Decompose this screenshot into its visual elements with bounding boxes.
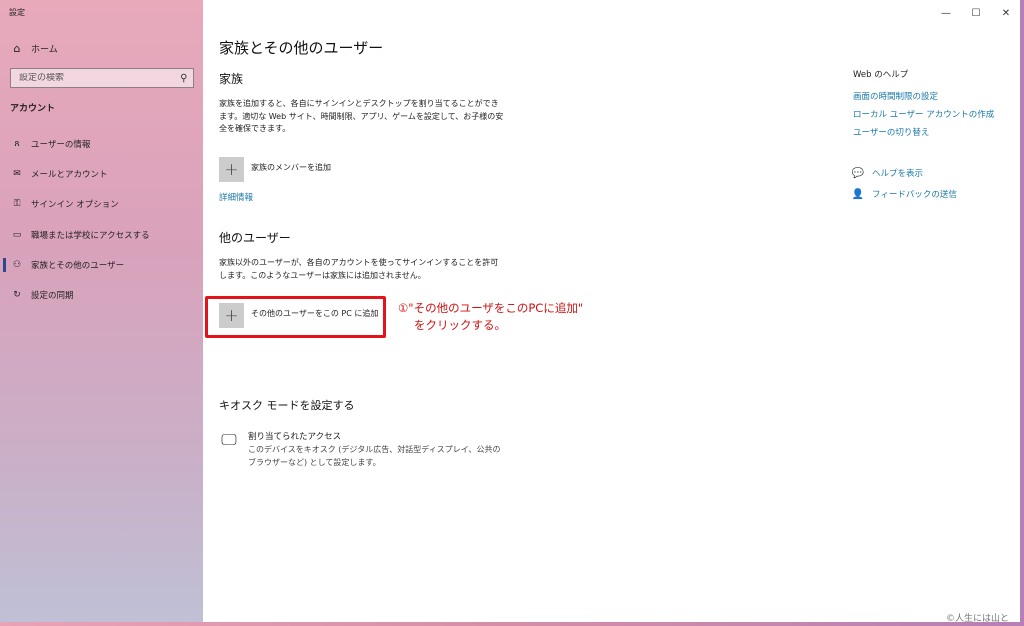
- annotation-text: ①"その他のユーザをこのPCに追加" をクリックする。: [398, 300, 583, 334]
- kiosk-icon: 🖵: [221, 430, 237, 449]
- help-link-screen-time[interactable]: 画面の時間制限の設定: [853, 90, 938, 102]
- family-description: 家族を追加すると、各自にサインインとデスクトップを割り当てることができます。適切…: [219, 99, 504, 133]
- get-help-label: ヘルプを表示: [872, 169, 924, 179]
- sidebar-item-signin[interactable]: ⚿ サインイン オプション: [0, 193, 203, 215]
- help-link-switch-user[interactable]: ユーザーの切り替え: [853, 126, 929, 138]
- sidebar-item-email[interactable]: ✉ メールとアカウント: [0, 163, 203, 185]
- add-family-label: 家族のメンバーを追加: [251, 163, 331, 172]
- home-label: ホーム: [31, 44, 58, 55]
- plus-icon: +: [219, 157, 244, 182]
- kiosk-title: 割り当てられたアクセス: [248, 432, 342, 442]
- settings-window: 設定 ⌂ ホーム ⚲ アカウント ጸ ユーザーの情報 ✉ メールとアカウント ⚿…: [0, 0, 1020, 622]
- web-help-title: Web のヘルプ: [853, 70, 909, 80]
- maximize-button[interactable]: ☐: [961, 4, 991, 22]
- family-heading: 家族: [219, 72, 244, 86]
- sidebar-item-label: 職場または学校にアクセスする: [31, 231, 150, 241]
- add-family-member-button[interactable]: + 家族のメンバーを追加: [219, 157, 331, 187]
- app-title: 設定: [9, 8, 25, 17]
- sync-icon: ↻: [13, 290, 21, 300]
- feedback-icon: 👤: [851, 188, 865, 200]
- person-icon: ⚇: [12, 260, 22, 270]
- annotation-line-2: をクリックする。: [414, 318, 506, 332]
- annotation-highlight-box: [205, 296, 386, 338]
- mail-icon: ✉: [13, 169, 21, 179]
- kiosk-description: このデバイスをキオスク (デジタル広告、対話型ディスプレイ、公共のブラウザーなど…: [248, 445, 501, 467]
- search-input[interactable]: [19, 73, 169, 83]
- watermark: ©人生には山と: [946, 614, 1010, 624]
- settings-search[interactable]: ⚲: [10, 68, 194, 88]
- get-help-link[interactable]: 💬 ヘルプを表示: [851, 167, 924, 180]
- more-info-link[interactable]: 詳細情報: [219, 191, 253, 203]
- section-label: アカウント: [10, 104, 56, 114]
- sidebar-item-label: 家族とその他のユーザー: [31, 261, 125, 271]
- sidebar-item-family[interactable]: ⚇ 家族とその他のユーザー: [0, 254, 203, 276]
- sidebar-item-label: サインイン オプション: [31, 200, 119, 210]
- sidebar-item-your-info[interactable]: ጸ ユーザーの情報: [0, 133, 203, 155]
- sidebar-item-label: メールとアカウント: [31, 170, 108, 180]
- assigned-access-item[interactable]: 🖵 割り当てられたアクセス このデバイスをキオスク (デジタル広告、対話型ディス…: [220, 430, 508, 469]
- user-card-icon: ጸ: [14, 139, 20, 149]
- sidebar-item-work[interactable]: ▭ 職場または学校にアクセスする: [0, 224, 203, 246]
- feedback-label: フィードバックの送信: [872, 190, 957, 200]
- sidebar: 設定 ⌂ ホーム ⚲ アカウント ጸ ユーザーの情報 ✉ メールとアカウント ⚿…: [0, 0, 203, 622]
- sidebar-item-label: 設定の同期: [31, 291, 74, 301]
- key-icon: ⚿: [13, 199, 21, 209]
- minimize-button[interactable]: —: [931, 4, 961, 22]
- home-icon: ⌂: [13, 41, 21, 55]
- help-link-local-account[interactable]: ローカル ユーザー アカウントの作成: [853, 108, 994, 120]
- other-users-description: 家族以外のユーザーが、各自のアカウントを使ってサインインすることを許可します。こ…: [219, 258, 499, 280]
- sidebar-item-label: ユーザーの情報: [31, 140, 91, 150]
- other-users-heading: 他のユーザー: [219, 231, 291, 245]
- sidebar-item-sync[interactable]: ↻ 設定の同期: [0, 284, 203, 306]
- annotation-line-1: ①"その他のユーザをこのPCに追加": [398, 301, 584, 315]
- feedback-link[interactable]: 👤 フィードバックの送信: [851, 188, 957, 201]
- briefcase-icon: ▭: [12, 230, 22, 240]
- page-title: 家族とその他のユーザー: [219, 39, 384, 57]
- close-button[interactable]: ✕: [991, 4, 1020, 22]
- kiosk-heading: キオスク モードを設定する: [219, 399, 355, 412]
- home-nav[interactable]: ⌂ ホーム: [11, 40, 58, 56]
- search-icon[interactable]: ⚲: [180, 73, 187, 84]
- chat-help-icon: 💬: [851, 167, 865, 179]
